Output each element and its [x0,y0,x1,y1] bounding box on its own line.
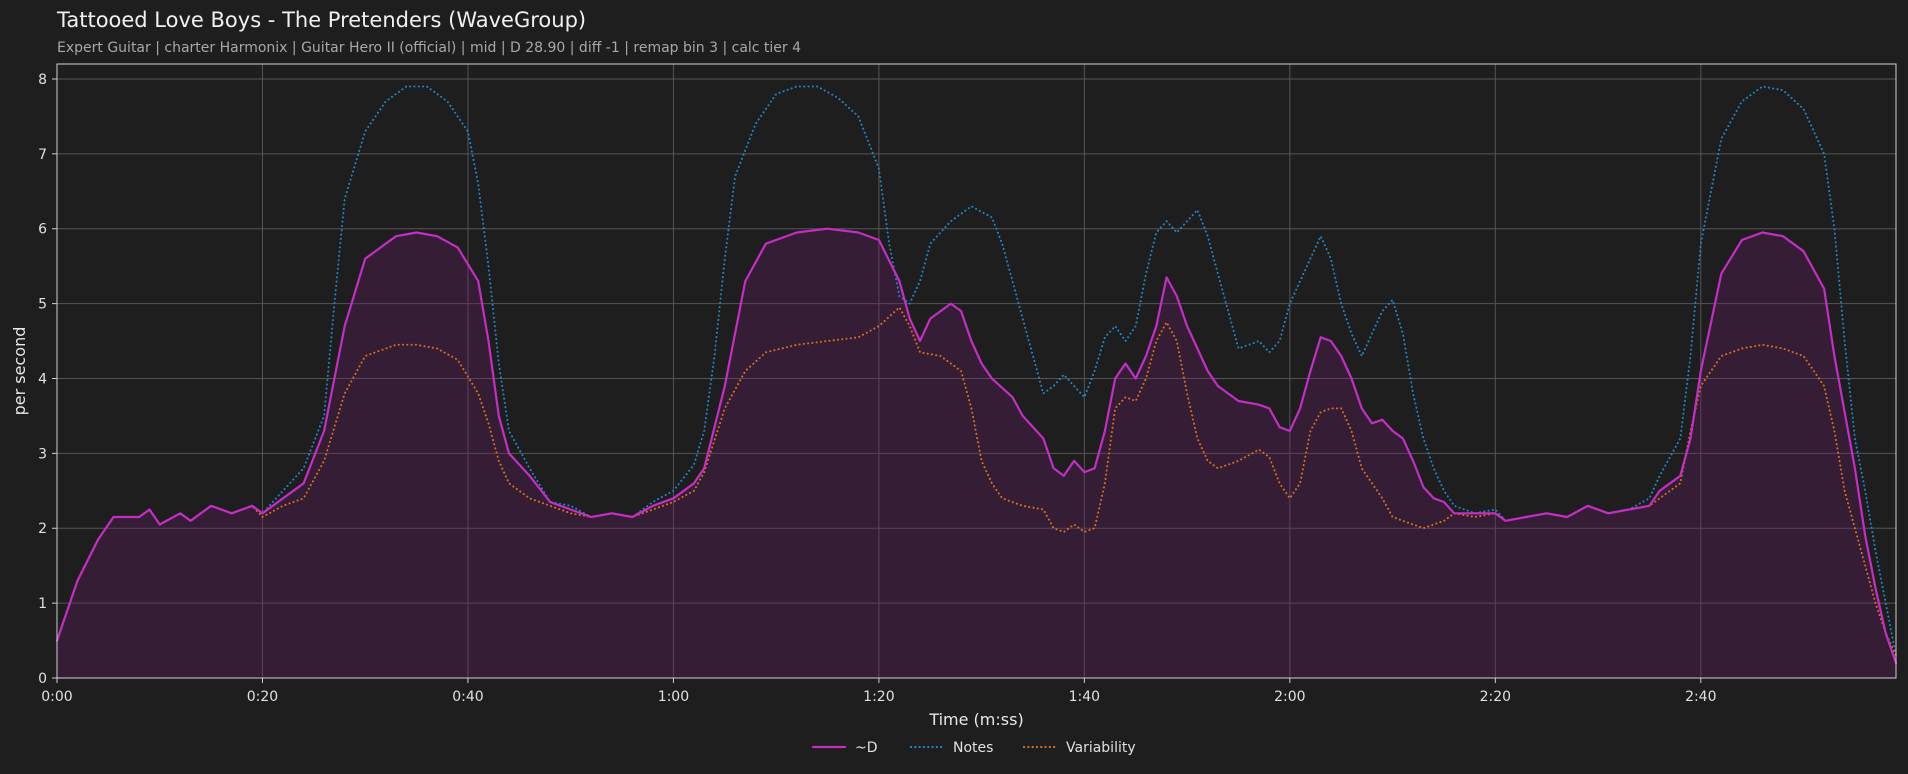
x-axis-ticks: 0:00 0:20 0:40 1:00 1:20 1:40 2:00 2:20 2:40 [41,678,1717,705]
legend: ~D Notes Variability [811,740,1136,756]
y-tick-label: 8 [38,72,47,88]
x-tick-label: 0:20 [247,689,278,705]
y-tick-label: 3 [38,446,47,462]
y-tick-label: 5 [38,297,47,313]
y-axis-label: per second [10,327,29,416]
x-tick-label: 0:40 [452,689,483,705]
y-tick-label: 2 [38,521,47,537]
x-tick-label: 1:20 [863,689,894,705]
y-axis-ticks: 0 1 2 3 4 5 6 7 8 [38,72,57,687]
x-tick-label: 1:40 [1069,689,1100,705]
legend-label-1: Notes [953,740,993,756]
x-tick-label: 1:00 [658,689,689,705]
legend-label-2: Variability [1066,740,1136,756]
y-tick-label: 0 [38,671,47,687]
y-tick-label: 1 [38,596,47,612]
x-tick-label: 2:40 [1685,689,1716,705]
y-tick-label: 7 [38,147,47,163]
y-tick-label: 4 [38,371,47,387]
x-tick-label: 0:00 [41,689,72,705]
x-tick-label: 2:00 [1274,689,1305,705]
x-tick-label: 2:20 [1480,689,1511,705]
line-chart: 0:00 0:20 0:40 1:00 1:20 1:40 2:00 2:20 2:40 0 1 2… [10,63,1898,756]
y-tick-label: 6 [38,222,47,238]
x-axis-label: Time (m:ss) [928,710,1023,729]
legend-label-0: ~D [855,740,878,756]
